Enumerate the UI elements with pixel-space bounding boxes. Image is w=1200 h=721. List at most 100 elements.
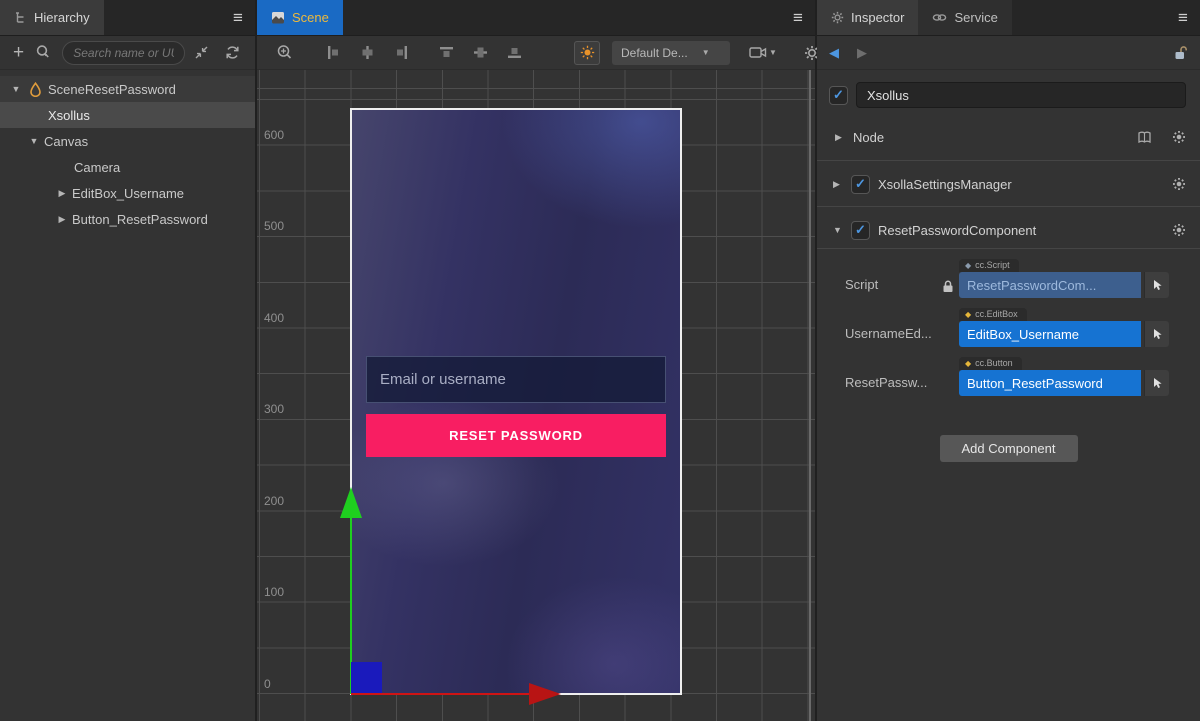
inspector-nav: ◀ ▶	[817, 36, 1200, 70]
inspector-panel: Inspector Service ≡ ◀ ▶ ✓ Xsoll	[817, 0, 1200, 721]
search-filter-button[interactable]	[35, 44, 52, 61]
expand-arrow-icon[interactable]: ▼	[833, 225, 843, 235]
type-diamond-icon: ◆	[965, 309, 971, 320]
hierarchy-search-box[interactable]	[62, 41, 185, 65]
tab-inspector[interactable]: Inspector	[817, 0, 918, 35]
reset-password-button-preview[interactable]: RESET PASSWORD	[366, 414, 666, 457]
node-active-checkbox[interactable]: ✓	[829, 86, 848, 105]
scene-flame-icon	[26, 82, 44, 97]
device-dropdown[interactable]: Default De... ▼	[612, 41, 730, 65]
node-name-input[interactable]: Xsollus	[856, 82, 1186, 108]
reference-picker-button[interactable]	[1144, 321, 1169, 347]
node-section-header[interactable]: ▶ Node	[817, 122, 1200, 152]
hierarchy-icon	[14, 11, 27, 24]
tab-service[interactable]: Service	[918, 0, 1011, 35]
reset-button-reference-value: Button_ResetPassword	[967, 376, 1103, 391]
camera-view-dropdown[interactable]: ▼	[746, 42, 780, 64]
type-tag-label: cc.EditBox	[975, 309, 1018, 320]
property-label: Script	[845, 277, 937, 298]
scene-menu-icon[interactable]: ≡	[781, 0, 815, 35]
editbox-username-preview[interactable]: Email or username	[366, 356, 666, 403]
align-middle-vertical-icon[interactable]	[469, 42, 491, 64]
script-reference-field[interactable]: ResetPasswordCom...	[959, 272, 1141, 298]
align-right-icon[interactable]	[390, 42, 412, 64]
type-diamond-icon: ◆	[965, 358, 971, 369]
tree-item-editbox-username[interactable]: ▶ EditBox_Username	[0, 180, 255, 206]
tree-item-button-resetpassword[interactable]: ▶ Button_ResetPassword	[0, 206, 255, 232]
scene-viewport[interactable]: 600 500 400 300 200 100 0 Email or usern…	[257, 70, 815, 721]
hierarchy-menu-icon[interactable]: ≡	[221, 0, 255, 35]
component-enabled-checkbox[interactable]: ✓	[851, 221, 870, 240]
collapse-arrow-icon[interactable]: ▶	[835, 132, 847, 143]
ruler-label: 300	[264, 401, 284, 417]
unlock-icon[interactable]	[1173, 45, 1188, 61]
component-gear-icon[interactable]	[1172, 177, 1186, 191]
align-center-horizontal-icon[interactable]	[356, 42, 378, 64]
collapse-arrow-icon[interactable]: ▶	[56, 188, 68, 199]
gizmo-light-toggle[interactable]	[574, 41, 600, 65]
scene-panel: Scene ≡	[257, 0, 817, 721]
hierarchy-tree: ▼ SceneResetPassword Xsollus ▼ Canvas Ca…	[0, 70, 255, 232]
hierarchy-toolbar: +	[0, 36, 255, 70]
tree-item-canvas[interactable]: ▼ Canvas	[0, 128, 255, 154]
refresh-icon[interactable]	[222, 42, 242, 64]
service-link-icon	[932, 12, 947, 23]
y-axis-arrowhead[interactable]	[340, 487, 362, 518]
inspector-tabstrip: Inspector Service ≡	[817, 0, 1200, 36]
component-header-settings-manager[interactable]: ▶ ✓ XsollaSettingsManager	[817, 170, 1200, 198]
inspector-gear-icon	[831, 11, 844, 24]
tab-hierarchy[interactable]: Hierarchy	[0, 0, 104, 35]
editor-window: Hierarchy ≡ + ▼	[0, 0, 1200, 721]
inspector-strip-spacer	[1012, 0, 1166, 35]
x-axis-gizmo[interactable]	[351, 693, 529, 695]
hierarchy-search-input[interactable]	[73, 46, 174, 60]
expand-arrow-icon[interactable]: ▼	[28, 136, 40, 146]
script-reference-value: ResetPasswordCom...	[967, 278, 1096, 293]
username-editbox-reference-value: EditBox_Username	[967, 327, 1079, 342]
inspector-menu-icon[interactable]: ≡	[1166, 0, 1200, 35]
zoom-tool-icon[interactable]	[273, 42, 295, 64]
inspector-body: ✓ Xsollus ▶ Node ▶ ✓ XsollaS	[817, 70, 1200, 721]
chevron-down-icon: ▼	[769, 48, 777, 57]
tree-item-label: SceneResetPassword	[48, 82, 176, 97]
section-divider	[817, 206, 1200, 207]
create-node-button[interactable]: +	[8, 42, 29, 64]
design-canvas[interactable]: Email or username RESET PASSWORD	[350, 108, 682, 695]
tree-item-label: Camera	[74, 160, 120, 175]
history-forward-icon[interactable]: ▶	[857, 45, 885, 61]
section-divider	[817, 248, 1200, 249]
ruler-label: 100	[264, 584, 284, 600]
tree-item-camera[interactable]: Camera	[0, 154, 255, 180]
type-tag: ◆ cc.Script	[959, 259, 1019, 272]
expand-arrow-icon[interactable]: ▼	[10, 84, 22, 94]
tree-item-xsollus[interactable]: Xsollus	[0, 102, 255, 128]
property-row-username-editbox: UsernameEd... ◆ cc.EditBox EditBox_Usern…	[845, 308, 1186, 347]
align-left-icon[interactable]	[322, 42, 344, 64]
tab-scene[interactable]: Scene	[257, 0, 343, 35]
ruler-label: 200	[264, 493, 284, 509]
component-header-reset-password[interactable]: ▼ ✓ ResetPasswordComponent	[817, 216, 1200, 244]
reference-picker-button[interactable]	[1144, 272, 1169, 298]
component-gear-icon[interactable]	[1172, 223, 1186, 237]
align-top-icon[interactable]	[435, 42, 457, 64]
collapse-arrow-icon[interactable]: ▶	[56, 214, 68, 225]
node-name-value: Xsollus	[867, 88, 909, 103]
x-axis-arrowhead[interactable]	[529, 683, 561, 705]
tree-item-scene[interactable]: ▼ SceneResetPassword	[0, 76, 255, 102]
align-bottom-icon[interactable]	[503, 42, 525, 64]
tree-item-label: Canvas	[44, 134, 88, 149]
username-editbox-reference-field[interactable]: EditBox_Username	[959, 321, 1141, 347]
add-component-button[interactable]: Add Component	[940, 435, 1078, 462]
history-back-icon[interactable]: ◀	[829, 45, 857, 61]
collapse-all-icon[interactable]	[191, 42, 211, 64]
origin-anchor-square[interactable]	[351, 662, 382, 693]
component-name-label: XsollaSettingsManager	[878, 177, 1012, 192]
reference-picker-button[interactable]	[1144, 370, 1169, 396]
node-settings-gear-icon[interactable]	[1172, 130, 1186, 144]
tab-scene-label: Scene	[292, 10, 329, 25]
component-enabled-checkbox[interactable]: ✓	[851, 175, 870, 194]
reset-button-reference-field[interactable]: Button_ResetPassword	[959, 370, 1141, 396]
collapse-arrow-icon[interactable]: ▶	[833, 179, 843, 190]
prefab-book-icon[interactable]	[1137, 131, 1152, 144]
tree-item-label: Xsollus	[48, 108, 90, 123]
